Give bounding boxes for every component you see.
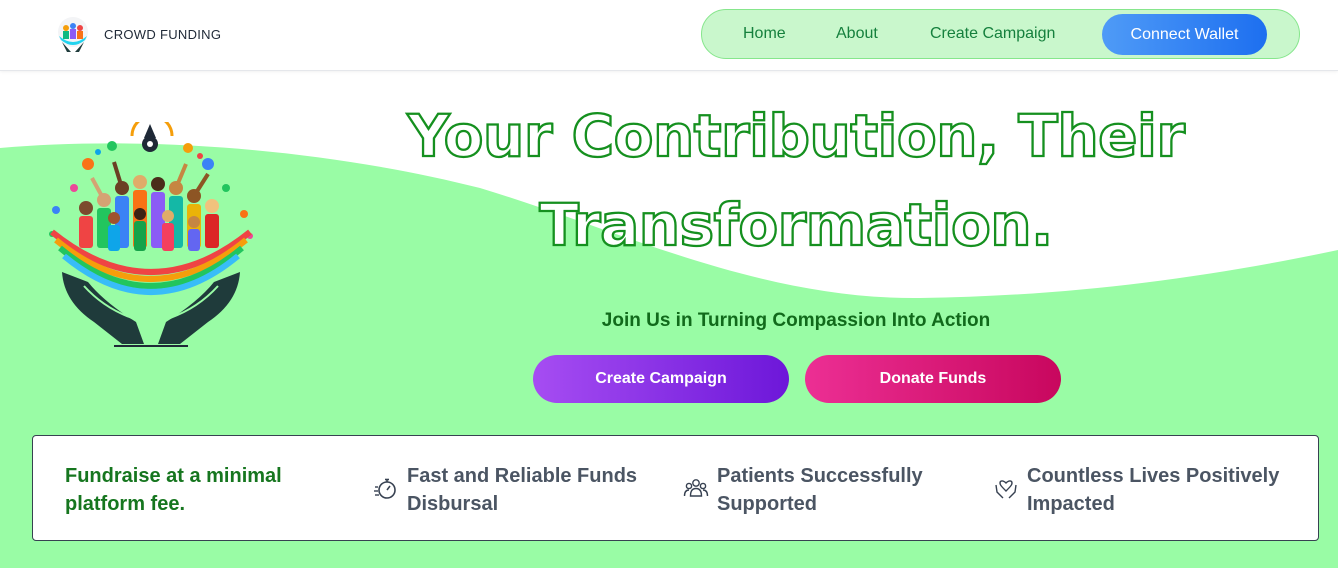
- feature-text: Fast and Reliable Funds Disbursal: [407, 465, 638, 515]
- create-campaign-button[interactable]: Create Campaign: [533, 355, 789, 403]
- hero-tagline: Join Us in Turning Compassion Into Actio…: [601, 310, 991, 331]
- platform-fee-text: Fundraise at a minimal platform fee.: [65, 465, 282, 515]
- crowd-funding-logo-icon: [58, 17, 88, 52]
- hero-headline-line-1: Your Contribution, Their: [406, 101, 1186, 171]
- nav-bar: Home About Create Campaign Connect Walle…: [701, 9, 1300, 59]
- nav-about-link[interactable]: About: [836, 25, 878, 43]
- hero-headline-line-2: Transformation.: [538, 190, 1054, 260]
- brand[interactable]: CROWD FUNDING: [54, 14, 221, 54]
- feature-item: Countless Lives Positively Impacted: [993, 462, 1297, 518]
- hero-headline: Your Contribution, Their Transformation.: [354, 92, 1238, 270]
- connect-wallet-button[interactable]: Connect Wallet: [1102, 14, 1267, 55]
- stopwatch-icon: [374, 478, 396, 499]
- brand-name: CROWD FUNDING: [104, 26, 222, 42]
- nav-create-campaign-link[interactable]: Create Campaign: [930, 25, 1055, 43]
- feature-item: Patients Successfully Supported: [683, 462, 987, 518]
- top-navbar: CROWD FUNDING Home About Create Campaign…: [0, 0, 1338, 71]
- people-group-icon: [683, 479, 709, 497]
- crowd-in-hands-illustration: [49, 122, 253, 347]
- nav-home-link[interactable]: Home: [743, 25, 786, 43]
- feature-text: Patients Successfully Supported: [717, 465, 923, 515]
- feature-text: Countless Lives Positively Impacted: [1027, 465, 1280, 515]
- heart-hands-icon: [995, 480, 1017, 499]
- feature-item: Fast and Reliable Funds Disbursal: [373, 462, 677, 518]
- features-strip: Fundraise at a minimal platform fee. Fas…: [32, 435, 1319, 541]
- donate-funds-button[interactable]: Donate Funds: [805, 355, 1061, 403]
